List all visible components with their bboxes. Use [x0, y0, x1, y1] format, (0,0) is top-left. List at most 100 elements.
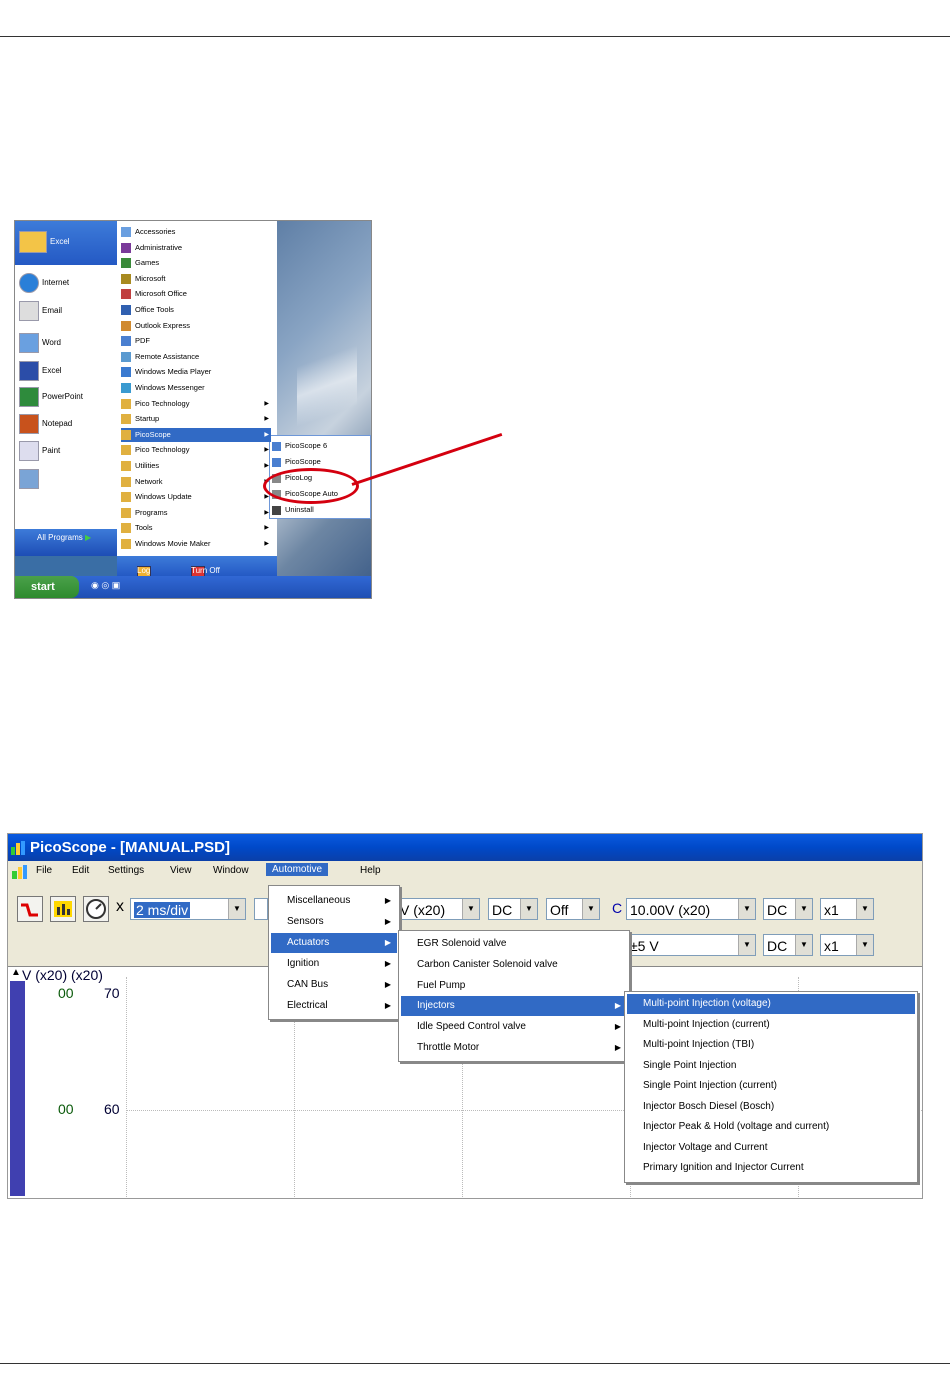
timebase-select[interactable]: 2 ms/div ▼: [130, 898, 246, 920]
dropdown-arrow-icon: ▼: [738, 935, 755, 955]
submenu-item[interactable]: PicoScope: [272, 454, 368, 469]
y-label: 00: [58, 1101, 74, 1117]
menu-window[interactable]: Window: [213, 865, 249, 876]
menu-item-injector[interactable]: Injector Bosch Diesel (Bosch): [627, 1097, 915, 1117]
axis-header: V (x20) (x20): [22, 967, 103, 983]
menu-settings[interactable]: Settings: [108, 865, 144, 876]
channel-c-range-select[interactable]: 10.00V (x20) ▼: [626, 898, 756, 920]
program-item[interactable]: Office Tools: [121, 303, 271, 317]
dropdown-arrow-icon: ▼: [795, 899, 812, 919]
channel-d-mult-select[interactable]: x1 ▼: [820, 934, 874, 956]
program-item[interactable]: Remote Assistance: [121, 350, 271, 364]
submenu-item[interactable]: Uninstall: [272, 502, 368, 517]
program-item[interactable]: Windows Update ▶: [121, 490, 271, 504]
menu-item-carbon-canister[interactable]: Carbon Canister Solenoid valve: [401, 955, 627, 975]
channel-d-range-select[interactable]: ±5 V ▼: [626, 934, 756, 956]
menu-item-ignition[interactable]: Ignition ▶: [271, 954, 397, 974]
program-item[interactable]: PDF: [121, 334, 271, 348]
program-item[interactable]: Startup ▶: [121, 412, 271, 426]
program-icon: [19, 333, 39, 353]
program-item[interactable]: Administrative: [121, 241, 271, 255]
collapsed-select[interactable]: [254, 898, 268, 920]
pinned-item[interactable]: [19, 469, 42, 489]
pinned-item[interactable]: Notepad: [19, 414, 72, 434]
pinned-item[interactable]: PowerPoint: [19, 387, 83, 407]
program-item[interactable]: Microsoft: [121, 272, 271, 286]
submenu-item[interactable]: PicoScope 6: [272, 438, 368, 453]
program-item[interactable]: Pico Technology ▶: [121, 443, 271, 457]
program-item-pico-technology[interactable]: PicoScope ▶: [121, 427, 271, 442]
menu-item-actuators[interactable]: Actuators ▶: [271, 933, 397, 953]
program-item[interactable]: Windows Media Player: [121, 365, 271, 379]
menu-item-fuel-pump[interactable]: Fuel Pump: [401, 976, 627, 996]
pinned-item[interactable]: Word: [19, 333, 61, 353]
menu-item-injector[interactable]: Multi-point Injection (voltage): [627, 994, 915, 1014]
submenu-arrow-icon: ▶: [384, 938, 391, 947]
menu-item-injector[interactable]: Primary Ignition and Injector Current: [627, 1158, 915, 1178]
channel-a-coupling-select[interactable]: DC ▼: [488, 898, 538, 920]
menu-item-can-bus[interactable]: CAN Bus ▶: [271, 975, 397, 995]
folder-icon: [121, 492, 131, 503]
program-icon: [121, 351, 131, 362]
dropdown-arrow-icon: ▼: [856, 899, 873, 919]
trigger-button[interactable]: [17, 896, 43, 922]
program-item[interactable]: Windows Movie Maker ▶: [121, 537, 271, 551]
folder-icon: [121, 523, 131, 534]
program-item[interactable]: Accessories: [121, 225, 271, 239]
menu-item-sensors[interactable]: Sensors ▶: [271, 912, 397, 932]
pinned-item[interactable]: Internet: [19, 273, 69, 293]
dropdown-arrow-icon: ▼: [462, 899, 479, 919]
channel-a-filter-select[interactable]: Off ▼: [546, 898, 600, 920]
pinned-item[interactable]: Excel: [19, 231, 70, 253]
menu-file[interactable]: File: [36, 865, 52, 876]
menu-item-injector[interactable]: Injector Peak & Hold (voltage and curren…: [627, 1117, 915, 1137]
menu-item-injector[interactable]: Injector Voltage and Current: [627, 1138, 915, 1158]
program-item[interactable]: Windows Messenger: [121, 381, 271, 395]
menu-item-injector[interactable]: Single Point Injection (current): [627, 1076, 915, 1096]
spectrum-button[interactable]: [50, 896, 76, 922]
all-programs-button[interactable]: All Programs ▶: [37, 533, 91, 542]
program-item[interactable]: Programs ▶: [121, 506, 271, 520]
menu-item-egr[interactable]: EGR Solenoid valve: [401, 934, 627, 954]
menu-item-injector[interactable]: Multi-point Injection (TBI): [627, 1035, 915, 1055]
pinned-item[interactable]: Paint: [19, 441, 60, 461]
scroll-up-icon[interactable]: ▲: [11, 967, 21, 978]
channel-a-range-select[interactable]: V (x20) ▼: [396, 898, 480, 920]
pinned-item[interactable]: Excel: [19, 361, 62, 381]
menu-item-injector[interactable]: Single Point Injection: [627, 1056, 915, 1076]
channel-c-mult-select[interactable]: x1 ▼: [820, 898, 874, 920]
start-menu-footer: Log Off Turn Off Computer: [117, 556, 277, 584]
program-item[interactable]: Tools ▶: [121, 521, 271, 535]
menu-item-electrical[interactable]: Electrical ▶: [271, 996, 397, 1016]
meter-button[interactable]: [83, 896, 109, 922]
vertical-scale-bar[interactable]: [10, 981, 25, 1196]
program-label: Pico Technology: [135, 398, 190, 408]
quick-launch-icons[interactable]: ◉ ◎ ▣: [91, 580, 120, 591]
menu-item-idle-speed[interactable]: Idle Speed Control valve ▶: [401, 1017, 627, 1037]
menu-automotive[interactable]: Automotive: [266, 863, 329, 876]
pinned-item[interactable]: Email: [19, 301, 62, 321]
channel-c-coupling-select[interactable]: DC ▼: [763, 898, 813, 920]
x-label: x: [116, 898, 124, 915]
menu-edit[interactable]: Edit: [72, 865, 89, 876]
menu-item-injector[interactable]: Multi-point Injection (current): [627, 1015, 915, 1035]
menu-item-miscellaneous[interactable]: Miscellaneous ▶: [271, 891, 397, 911]
channel-d-coupling-select[interactable]: DC ▼: [763, 934, 813, 956]
menu-item-throttle[interactable]: Throttle Motor ▶: [401, 1038, 627, 1058]
program-item[interactable]: Games: [121, 256, 271, 270]
program-label: Pico Technology: [135, 445, 190, 455]
program-item[interactable]: Network ▶: [121, 475, 271, 489]
folder-icon: [121, 539, 131, 550]
program-item[interactable]: Microsoft Office: [121, 287, 271, 301]
submenu-arrow-icon: ▶: [384, 917, 391, 926]
program-item[interactable]: Outlook Express: [121, 319, 271, 333]
submenu-arrow-icon: ▶: [264, 416, 269, 423]
program-item[interactable]: Pico Technology ▶: [121, 397, 271, 411]
menu-help[interactable]: Help: [360, 865, 381, 876]
menu-item-injectors[interactable]: Injectors ▶: [401, 996, 627, 1016]
program-item[interactable]: Utilities ▶: [121, 459, 271, 473]
menu-view[interactable]: View: [170, 865, 192, 876]
start-button[interactable]: start: [15, 576, 79, 598]
app-menu-icon[interactable]: [12, 865, 28, 879]
dropdown-arrow-icon: ▼: [520, 899, 537, 919]
